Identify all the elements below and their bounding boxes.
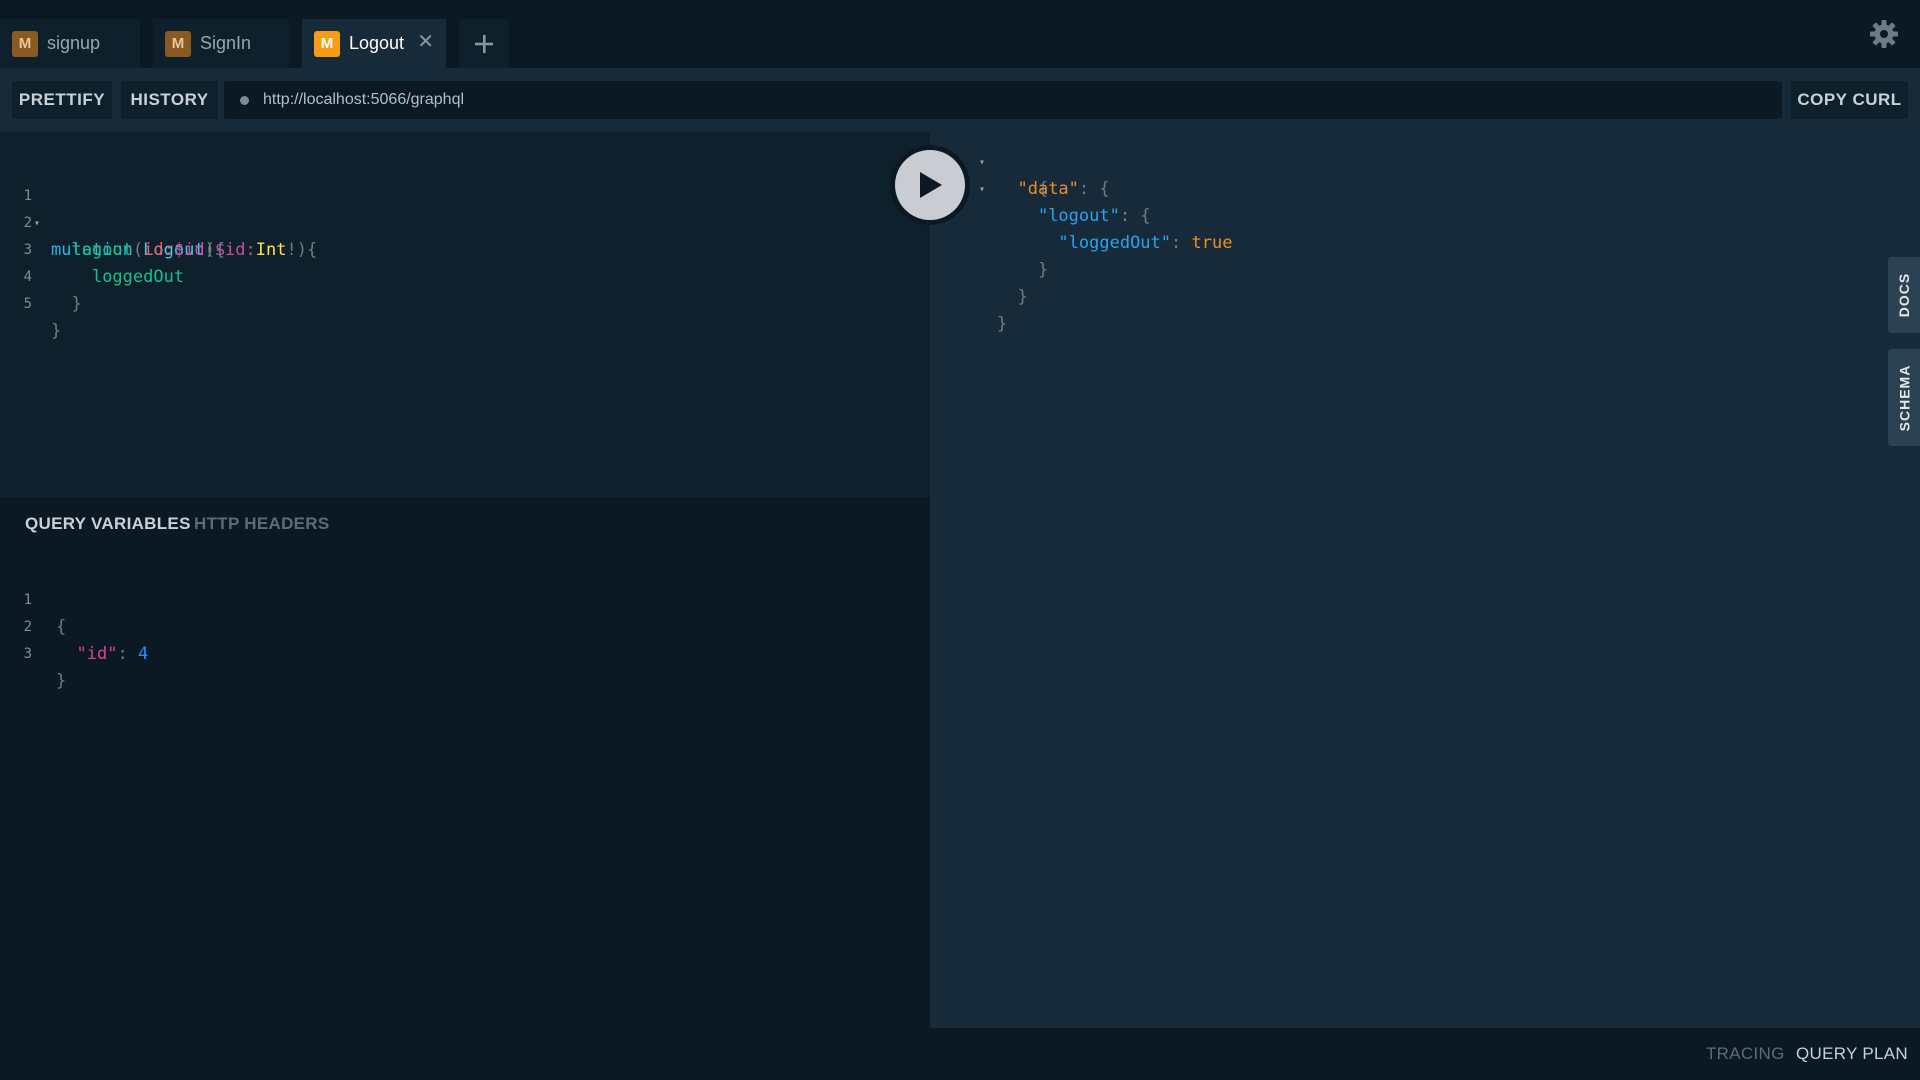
- punct: ){: [296, 240, 318, 260]
- query-editor[interactable]: 1 ▾ mutation Logout($id:Int!){ 2 logout(…: [0, 132, 930, 497]
- tab-http-headers[interactable]: HTTP HEADERS: [194, 514, 330, 534]
- line-number: 3: [23, 646, 32, 662]
- json-key-loggedout: "loggedOut": [1058, 233, 1172, 253]
- variables-line: 2 "id": 4: [0, 587, 149, 664]
- tab-query-variables[interactable]: QUERY VARIABLES: [25, 514, 191, 534]
- punct: !: [286, 240, 297, 260]
- execute-button-face: [895, 150, 965, 220]
- fold-arrow-icon[interactable]: ▾: [979, 184, 985, 195]
- copy-curl-button[interactable]: COPY CURL: [1791, 81, 1908, 119]
- punct: {: [1140, 206, 1151, 226]
- punct: :: [245, 240, 256, 260]
- close-tab-icon[interactable]: ✕: [417, 32, 434, 52]
- mutation-badge: M: [12, 30, 38, 57]
- result-line: "loggedOut": true: [997, 230, 1232, 257]
- add-tab-button[interactable]: [459, 19, 509, 68]
- editor-line: 2 logout(id:$id){: [0, 183, 226, 260]
- editor-line: 5 }: [0, 264, 62, 341]
- result-line: }: [997, 311, 1007, 338]
- type-name: Int: [255, 240, 287, 260]
- fold-arrow-icon[interactable]: ▾: [979, 157, 985, 168]
- docs-label: DOCS: [1896, 272, 1913, 318]
- variable: $id: [173, 240, 205, 260]
- variables-panel: QUERY VARIABLES HTTP HEADERS 1 { 2 "id":…: [0, 497, 930, 1028]
- variables-line: 1 {: [0, 560, 67, 637]
- editor-line: 4 }: [0, 237, 82, 314]
- result-line: {: [997, 149, 1048, 199]
- punct: :: [117, 644, 128, 664]
- mutation-badge: M: [314, 30, 340, 57]
- punct: }: [51, 321, 62, 341]
- field-name: logout: [71, 240, 133, 260]
- tab-logout[interactable]: M Logout ✕: [302, 19, 446, 68]
- punct: :: [1119, 206, 1131, 226]
- settings-gear-icon[interactable]: [1868, 18, 1900, 50]
- endpoint-url-input[interactable]: http://localhost:5066/graphql: [224, 81, 1782, 119]
- argument-name: id: [143, 240, 164, 260]
- result-line: "data": {: [997, 176, 1110, 203]
- result-panel: ▾ ▾ { "data": { "logout": { "loggedOut":…: [930, 132, 1920, 1028]
- punct: }: [997, 314, 1008, 334]
- variables-line: 3 }: [0, 614, 67, 691]
- tab-signin[interactable]: M SignIn: [153, 19, 289, 68]
- editor-line: 3 loggedOut: [0, 210, 185, 287]
- punct: {: [56, 617, 67, 637]
- play-icon: [920, 172, 942, 198]
- tab-bar: M signup M SignIn M Logout ✕: [0, 0, 1920, 68]
- endpoint-url: http://localhost:5066/graphql: [263, 91, 465, 108]
- result-line: "logout": {: [997, 203, 1151, 230]
- prettify-button[interactable]: PRETTIFY: [12, 81, 112, 119]
- history-button[interactable]: HISTORY: [121, 81, 218, 119]
- punct: ){: [204, 240, 226, 260]
- mutation-badge: M: [165, 30, 191, 57]
- query-plan-tab[interactable]: QUERY PLAN: [1796, 1044, 1908, 1064]
- tab-signup[interactable]: M signup: [0, 19, 140, 68]
- punct: {: [1099, 179, 1110, 199]
- punct: }: [1017, 287, 1028, 307]
- field-name: loggedOut: [91, 267, 185, 287]
- punct: }: [71, 294, 82, 314]
- execute-query-button[interactable]: [890, 145, 970, 225]
- tab-label: SignIn: [200, 33, 252, 53]
- punct: (: [132, 240, 144, 260]
- tab-label: Logout: [349, 33, 405, 53]
- json-key-data: "data": [1017, 179, 1079, 199]
- schema-tab[interactable]: SCHEMA: [1888, 349, 1920, 446]
- toolbar: PRETTIFY HISTORY http://localhost:5066/g…: [0, 68, 1920, 132]
- plus-icon: [475, 34, 493, 53]
- line-number: 5: [23, 296, 32, 312]
- schema-label: SCHEMA: [1896, 364, 1913, 431]
- tracing-tab[interactable]: TRACING: [1706, 1044, 1785, 1064]
- punct: }: [1037, 260, 1049, 280]
- json-key: "id": [76, 644, 118, 664]
- tab-label: signup: [47, 33, 101, 53]
- punct: :: [163, 240, 174, 260]
- punct: }: [56, 671, 67, 691]
- connection-status-icon: [240, 95, 249, 105]
- result-line: }: [997, 284, 1028, 311]
- json-boolean: true: [1191, 233, 1233, 253]
- editor-line: 1 ▾ mutation Logout($id:Int!){: [0, 156, 318, 260]
- json-number: 4: [137, 644, 149, 664]
- json-key-logout: "logout": [1037, 206, 1120, 226]
- punct: :: [1171, 233, 1182, 253]
- punct: :: [1078, 179, 1090, 199]
- bottom-bar: TRACING QUERY PLAN: [930, 1028, 1920, 1080]
- docs-tab[interactable]: DOCS: [1888, 257, 1920, 333]
- result-line: }: [997, 257, 1048, 284]
